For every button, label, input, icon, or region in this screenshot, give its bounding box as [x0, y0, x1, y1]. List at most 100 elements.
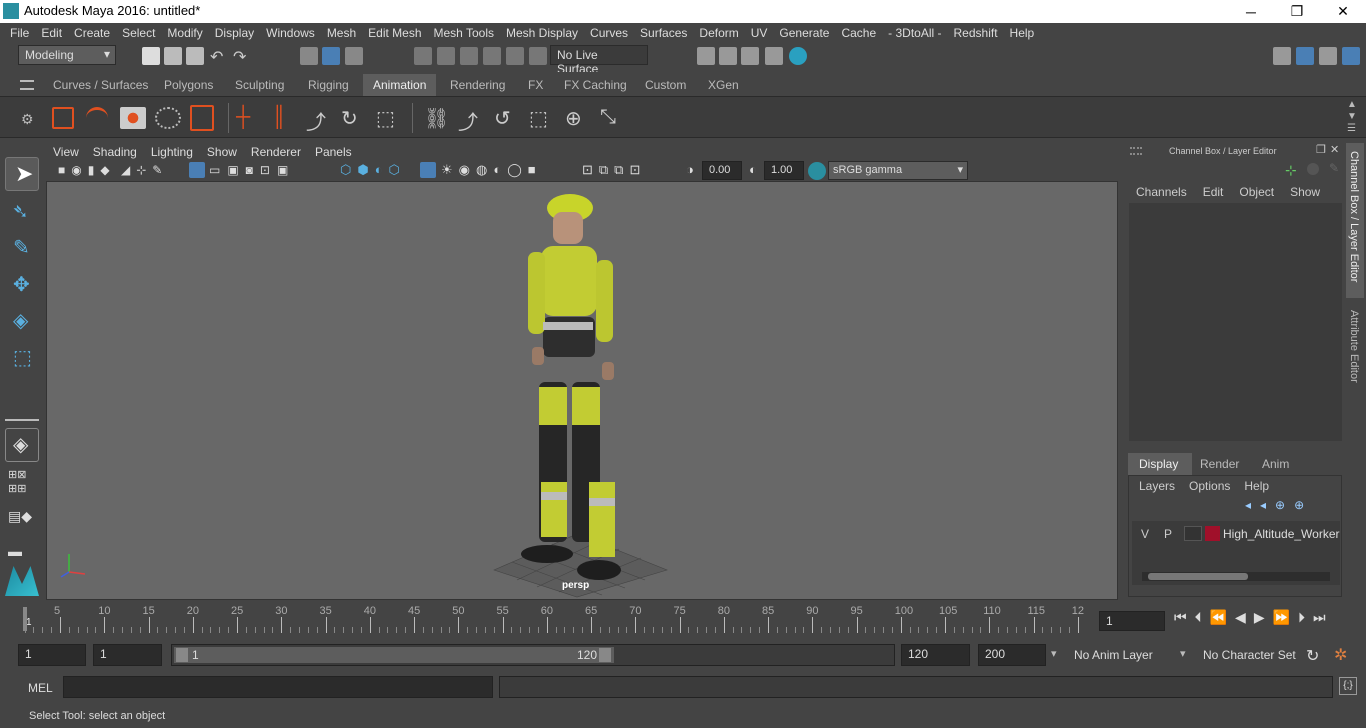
layer-list-scrollbar[interactable]: [1142, 572, 1330, 581]
menu-deform[interactable]: Deform: [693, 26, 744, 40]
move-tool-icon[interactable]: ✥: [5, 268, 39, 302]
aim-constraint-icon[interactable]: ⊕: [565, 106, 582, 131]
range-end-handle[interactable]: [599, 648, 611, 662]
layers-menu[interactable]: Layers: [1139, 479, 1175, 493]
orient-constraint-icon[interactable]: ↺: [494, 106, 511, 131]
menu-modify[interactable]: Modify: [161, 26, 208, 40]
layer-action-icons[interactable]: ◂◂⊕⊕: [1245, 498, 1313, 512]
save-scene-icon[interactable]: [186, 47, 204, 65]
paint-select-tool-icon[interactable]: ✎: [5, 231, 39, 265]
menu-set-dropdown[interactable]: Modeling ▾: [18, 45, 116, 65]
four-view-layout-icon[interactable]: ⊞⊠ ⊞⊞: [8, 468, 26, 496]
lasso-tool-icon[interactable]: ➴: [5, 195, 39, 229]
tab-rigging[interactable]: Rigging: [298, 74, 359, 96]
graph-editor-icon[interactable]: [86, 107, 108, 129]
step-back-key-icon[interactable]: ⏪: [1210, 609, 1227, 626]
panel-menu-panels[interactable]: Panels: [308, 145, 359, 159]
snap-grid-icon[interactable]: [414, 47, 432, 65]
gamma-icon[interactable]: ◐: [749, 162, 757, 177]
modeling-toolkit-icon[interactable]: [1273, 47, 1291, 65]
film-gate-icons[interactable]: ▭▣◙⊡▣: [209, 163, 295, 177]
layer-visibility-toggle[interactable]: V: [1141, 527, 1149, 541]
range-start-handle[interactable]: [176, 648, 188, 662]
snap-magnet-icon[interactable]: [529, 47, 547, 65]
live-surface-field[interactable]: No Live Surface: [550, 45, 648, 76]
range-slider-bar[interactable]: [174, 647, 614, 663]
menu-edit[interactable]: Edit: [35, 26, 68, 40]
panel-menu-lighting[interactable]: Lighting: [144, 145, 200, 159]
time-editor-icon[interactable]: [190, 105, 214, 131]
shelf-menu-icon[interactable]: [20, 80, 34, 90]
close-panel-icon[interactable]: ✕: [1330, 143, 1339, 156]
step-forward-key-icon[interactable]: ⏩: [1273, 609, 1290, 626]
menu-uv[interactable]: UV: [745, 26, 774, 40]
menu-curves[interactable]: Curves: [584, 26, 634, 40]
scale-manipulator-icon[interactable]: ✎: [1329, 161, 1339, 175]
pole-vector-icon[interactable]: ⤡: [600, 106, 616, 129]
grid-toggle-icon[interactable]: [189, 162, 205, 178]
command-input[interactable]: [63, 676, 493, 698]
animation-start-field[interactable]: 1: [18, 644, 86, 666]
trax-editor-icon[interactable]: [155, 107, 181, 129]
new-scene-icon[interactable]: [142, 47, 160, 65]
perspective-viewport[interactable]: persp: [46, 181, 1118, 600]
shelf-settings-icon[interactable]: ⚙: [21, 111, 34, 128]
go-to-start-icon[interactable]: ⏮: [1174, 609, 1187, 626]
layer-reference-toggle[interactable]: [1184, 526, 1202, 541]
tab-display[interactable]: Display: [1128, 453, 1192, 475]
set-key-icon[interactable]: ┼: [236, 106, 250, 129]
isolate-select-icons[interactable]: ⊡⧉⧉⊡: [582, 162, 646, 178]
attribute-editor-toggle-icon[interactable]: [1296, 47, 1314, 65]
exposure-field[interactable]: 0.00: [702, 161, 742, 180]
menu-mesh-display[interactable]: Mesh Display: [500, 26, 584, 40]
panel-menu-show[interactable]: Show: [200, 145, 244, 159]
menu-cache[interactable]: Cache: [835, 26, 882, 40]
layer-options-menu[interactable]: Options: [1189, 479, 1230, 493]
select-component-icon[interactable]: [345, 47, 363, 65]
playblast-icon[interactable]: [52, 107, 74, 129]
outliner-layout-icon[interactable]: ▤◆: [8, 508, 32, 525]
layer-help-menu[interactable]: Help: [1244, 479, 1269, 493]
playback-start-field[interactable]: 1: [93, 644, 162, 666]
gamma-field[interactable]: 1.00: [764, 161, 804, 180]
menu-generate[interactable]: Generate: [773, 26, 835, 40]
render-settings-icon[interactable]: [765, 47, 783, 65]
panel-menu-shading[interactable]: Shading: [86, 145, 144, 159]
camera-attribute-icons[interactable]: ◢⊹✎: [121, 163, 168, 177]
ipr-render-icon[interactable]: [741, 47, 759, 65]
playback-end-field[interactable]: 120: [901, 644, 970, 666]
parent-constraint-icon[interactable]: ⛓: [424, 106, 449, 131]
menu-edit-mesh[interactable]: Edit Mesh: [362, 26, 427, 40]
scale-constraint-icon[interactable]: ⬚: [529, 106, 548, 131]
scale-key-icon[interactable]: ⬚: [376, 106, 395, 131]
tab-animation[interactable]: Animation: [363, 74, 437, 96]
layer-name[interactable]: High_Altitude_Worker: [1223, 527, 1340, 541]
select-object-icon[interactable]: [322, 47, 340, 65]
menu-mesh-tools[interactable]: Mesh Tools: [428, 26, 500, 40]
maya-home-logo-icon[interactable]: [5, 566, 39, 596]
current-frame-field[interactable]: 1: [1099, 611, 1165, 631]
character-set-dropdown[interactable]: No Character Set: [1197, 644, 1303, 666]
menu-help[interactable]: Help: [1004, 26, 1041, 40]
float-panel-icon[interactable]: ❐: [1316, 143, 1326, 156]
tab-polygons[interactable]: Polygons: [154, 74, 223, 96]
snap-curve-icon[interactable]: [437, 47, 455, 65]
tab-rendering[interactable]: Rendering: [440, 74, 515, 96]
select-hierarchy-icon[interactable]: [300, 47, 318, 65]
scrollbar-thumb[interactable]: [1148, 573, 1248, 580]
camera-tools-icons[interactable]: ■◉▮◆: [58, 163, 116, 177]
time-slider-track[interactable]: [16, 605, 1091, 635]
menu-select[interactable]: Select: [116, 26, 161, 40]
shelf-scroll-arrows-icon[interactable]: ▲ ▼ ☰: [1347, 99, 1357, 135]
layer-playback-toggle[interactable]: P: [1164, 527, 1172, 541]
play-forwards-icon[interactable]: ▶: [1254, 609, 1265, 626]
move-manipulator-icon[interactable]: ⊹: [1285, 162, 1297, 179]
rotate-manipulator-icon[interactable]: [1307, 163, 1319, 175]
layout-menu-icon[interactable]: ▬: [8, 543, 22, 559]
channel-box-side-tab[interactable]: Channel Box / Layer Editor: [1346, 143, 1364, 298]
chevron-down-icon[interactable]: ▾: [1180, 647, 1186, 660]
menu-display[interactable]: Display: [209, 26, 260, 40]
render-frame-icon[interactable]: [719, 47, 737, 65]
move-key-icon[interactable]: ⤴: [306, 106, 326, 135]
single-view-layout-icon[interactable]: ◈: [5, 428, 39, 462]
